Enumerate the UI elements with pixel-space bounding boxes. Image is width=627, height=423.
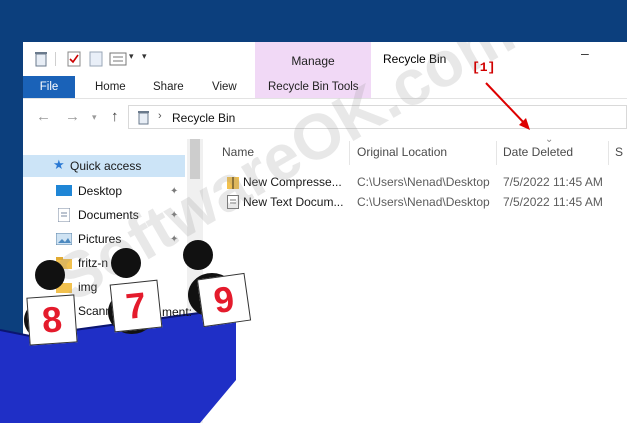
- list-item[interactable]: New Compresse... C:\Users\Nenad\Desktop …: [223, 172, 627, 192]
- breadcrumb-separator: ›: [158, 110, 162, 122]
- file-location: C:\Users\Nenad\Desktop: [357, 195, 490, 209]
- pin-icon[interactable]: ✦: [170, 186, 178, 197]
- desktop-icon: [56, 185, 72, 196]
- tab-view[interactable]: View: [212, 76, 237, 98]
- score-card: 8: [26, 294, 78, 346]
- file-name: New Text Docum...: [243, 195, 344, 209]
- documents-icon: [58, 208, 70, 222]
- breadcrumb[interactable]: Recycle Bin: [172, 111, 235, 125]
- column-divider[interactable]: [608, 141, 609, 165]
- sidebar-item-label: Documents: [78, 208, 139, 222]
- column-header-name[interactable]: Name: [222, 140, 254, 164]
- back-button[interactable]: ←: [36, 108, 51, 125]
- column-header-original-location[interactable]: Original Location: [357, 140, 447, 164]
- sort-indicator-icon: ⌄: [545, 134, 554, 145]
- score-card-number: 8: [40, 298, 64, 341]
- text-file-icon: [227, 195, 239, 209]
- scrollbar-thumb[interactable]: [190, 139, 200, 179]
- file-date-deleted: 7/5/2022 11:45 AM: [503, 195, 603, 209]
- address-bar[interactable]: › Recycle Bin: [128, 105, 627, 129]
- sidebar-item-label: Desktop: [78, 184, 123, 198]
- annotation-arrow: [485, 82, 530, 130]
- column-divider[interactable]: [496, 141, 497, 165]
- sidebar-item-quick-access[interactable]: ★ Quick access: [23, 155, 185, 177]
- zip-folder-icon: [227, 177, 239, 189]
- score-card: 7: [109, 279, 163, 333]
- minimize-button[interactable]: –: [581, 45, 589, 61]
- file-location: C:\Users\Nenad\Desktop: [357, 175, 490, 189]
- recycle-bin-icon: [35, 52, 47, 67]
- file-date-deleted: 7/5/2022 11:45 AM: [503, 175, 603, 189]
- pin-icon[interactable]: ✦: [170, 210, 178, 221]
- chevron-down-icon[interactable]: ▾: [129, 51, 134, 62]
- tab-home[interactable]: Home: [95, 76, 126, 98]
- list-item[interactable]: New Text Docum... C:\Users\Nenad\Desktop…: [223, 192, 627, 212]
- annotation-label: [1]: [472, 60, 496, 75]
- column-header-date-deleted[interactable]: Date Deleted: [503, 140, 573, 164]
- view-options-icon[interactable]: [109, 52, 127, 66]
- tab-share[interactable]: Share: [153, 76, 184, 98]
- tab-file[interactable]: File: [23, 76, 75, 98]
- column-divider[interactable]: [349, 141, 350, 165]
- customize-toolbar-icon[interactable]: ▾: [142, 51, 147, 62]
- new-folder-icon[interactable]: [89, 51, 103, 67]
- star-icon: ★: [53, 157, 65, 172]
- forward-button[interactable]: →: [65, 108, 80, 125]
- score-card-number: 9: [211, 277, 237, 322]
- properties-icon[interactable]: [67, 51, 81, 67]
- sidebar-item-label: Quick access: [70, 159, 142, 173]
- tab-recycle-bin-tools[interactable]: Recycle Bin Tools: [268, 76, 359, 98]
- recent-locations-icon[interactable]: ▾: [92, 112, 97, 123]
- score-card-number: 7: [123, 284, 149, 327]
- file-name: New Compresse...: [243, 175, 342, 189]
- column-header-size[interactable]: S: [615, 140, 623, 164]
- context-group-label: Manage: [291, 54, 335, 68]
- recycle-bin-icon: [138, 111, 149, 125]
- up-button[interactable]: ↑: [111, 108, 119, 125]
- partial-label: ment:: [162, 305, 193, 319]
- score-card: 9: [196, 272, 252, 328]
- window-title: Recycle Bin: [383, 52, 447, 66]
